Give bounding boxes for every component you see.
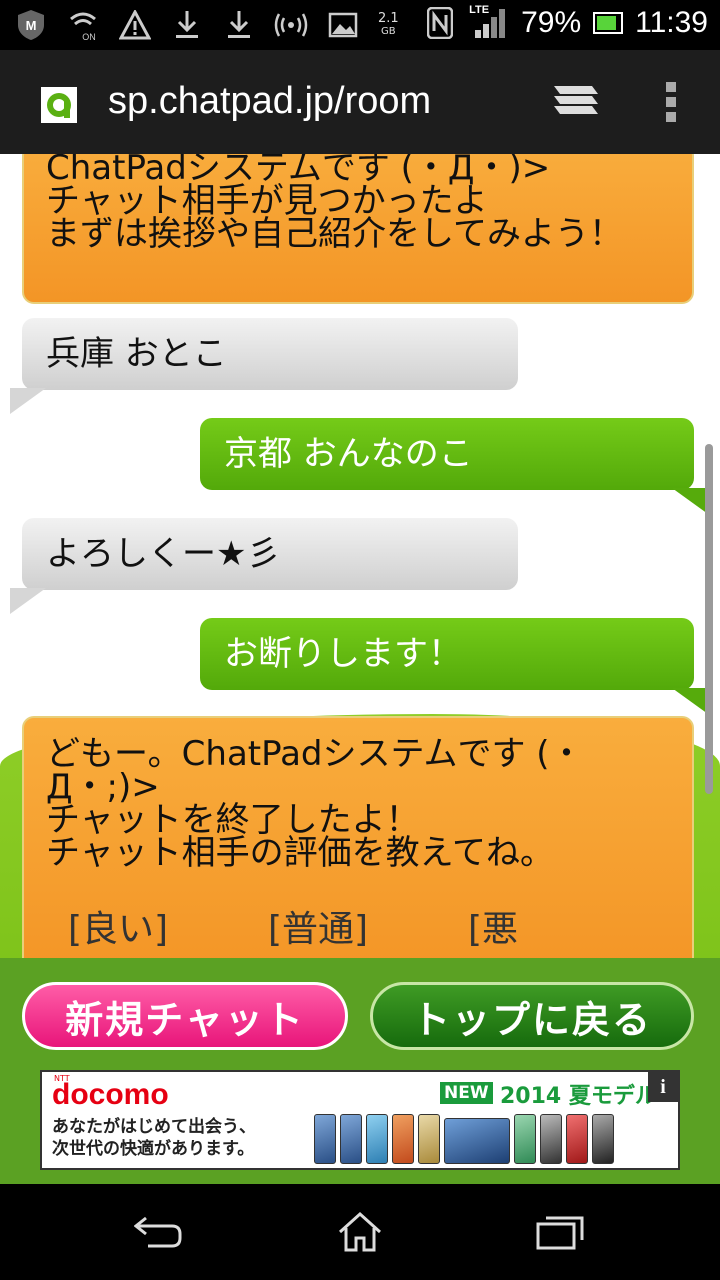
outgoing-message: 京都 おんなのこ (200, 418, 694, 490)
svg-text:ON: ON (82, 32, 96, 41)
phone-image (540, 1114, 562, 1164)
back-icon[interactable] (133, 1214, 184, 1254)
home-icon[interactable] (336, 1210, 384, 1258)
back-to-top-button[interactable]: トップに戻る (370, 982, 694, 1050)
url-field[interactable]: sp.chatpad.jp/room (108, 80, 431, 123)
hotspot-icon (274, 8, 308, 42)
mcafee-icon: M (14, 8, 48, 42)
docomo-logo: docomo (52, 1078, 169, 1111)
scrollbar[interactable] (705, 444, 713, 794)
signal-icon: LTE (469, 4, 509, 40)
image-icon (326, 8, 360, 42)
phone-image (314, 1114, 336, 1164)
ad-new-badge: NEW (440, 1082, 493, 1104)
phone-image (566, 1114, 588, 1164)
rating-normal-link[interactable]: [普通] (268, 912, 468, 948)
phone-image (340, 1114, 362, 1164)
bubble-tail (672, 488, 708, 514)
system-message-text: ChatPadシステムです (・Д・)> チャット相手が見つかったよ まずは挨拶… (46, 154, 623, 254)
phone-image (366, 1114, 388, 1164)
new-chat-button[interactable]: 新規チャット (22, 982, 348, 1050)
phone-image (514, 1114, 536, 1164)
phone-image (418, 1114, 440, 1164)
ad-info-icon[interactable]: i (648, 1072, 678, 1102)
clock: 11:39 (635, 6, 708, 39)
storage-text: 2.1 (378, 11, 399, 26)
system-message-end: どもー。ChatPadシステムです (・Д・;)> チャットを終了したよ！ チャ… (22, 716, 694, 958)
bottom-panel: 新規チャット トップに戻る NTT docomo あなたがはじめて出会う、 次世… (0, 958, 720, 1184)
warning-icon (118, 8, 152, 42)
tablet-image (444, 1118, 510, 1164)
battery-icon (593, 12, 624, 34)
rating-good-link[interactable]: [良い] (68, 912, 268, 948)
download-icon (170, 8, 204, 42)
message-text: 京都 おんなのこ (224, 434, 473, 474)
phone-image (592, 1114, 614, 1164)
message-text: 兵庫 おとこ (46, 334, 227, 374)
svg-text:M: M (26, 18, 37, 33)
status-bar: M ON 2.1 GB LTE 79% 11:39 (0, 0, 720, 50)
battery-percent: 79% (521, 6, 582, 39)
ad-banner[interactable]: NTT docomo あなたがはじめて出会う、 次世代の快適があります。 NEW… (40, 1070, 680, 1170)
outgoing-message: お断りします！ (200, 618, 694, 690)
incoming-message: 兵庫 おとこ (22, 318, 518, 390)
rating-options: [良い] [普通] [悪 (68, 912, 668, 948)
chat-log[interactable]: ChatPadシステムです (・Д・)> チャット相手が見つかったよ まずは挨拶… (0, 154, 720, 958)
storage-indicator: 2.1 GB (378, 12, 399, 38)
navigation-bar (0, 1184, 720, 1280)
overflow-menu-icon[interactable] (664, 80, 678, 128)
phone-image (392, 1114, 414, 1164)
system-message: ChatPadシステムです (・Д・)> チャット相手が見つかったよ まずは挨拶… (22, 154, 694, 304)
download-icon (222, 8, 256, 42)
ad-phones-image (314, 1114, 614, 1164)
system-message-text: どもー。ChatPadシステムです (・Д・;)> チャットを終了したよ！ チャ… (46, 734, 584, 873)
bubble-tail (10, 588, 46, 614)
message-text: よろしくー★彡 (46, 534, 281, 574)
ad-title: 2014 夏モデル (500, 1084, 657, 1109)
recent-apps-icon[interactable] (536, 1214, 584, 1254)
message-text: お断りします！ (224, 634, 462, 674)
chatpad-favicon (40, 86, 78, 128)
wifi-on-icon: ON (66, 8, 100, 42)
nfc-icon (423, 6, 457, 40)
bubble-tail (10, 388, 46, 414)
rating-bad-link[interactable]: [悪 (468, 912, 668, 948)
ad-copy: あなたがはじめて出会う、 次世代の快適があります。 (52, 1117, 256, 1159)
incoming-message: よろしくー★彡 (22, 518, 518, 590)
bubble-tail (672, 688, 708, 714)
tabs-icon[interactable] (552, 82, 600, 124)
storage-unit: GB (381, 26, 396, 37)
